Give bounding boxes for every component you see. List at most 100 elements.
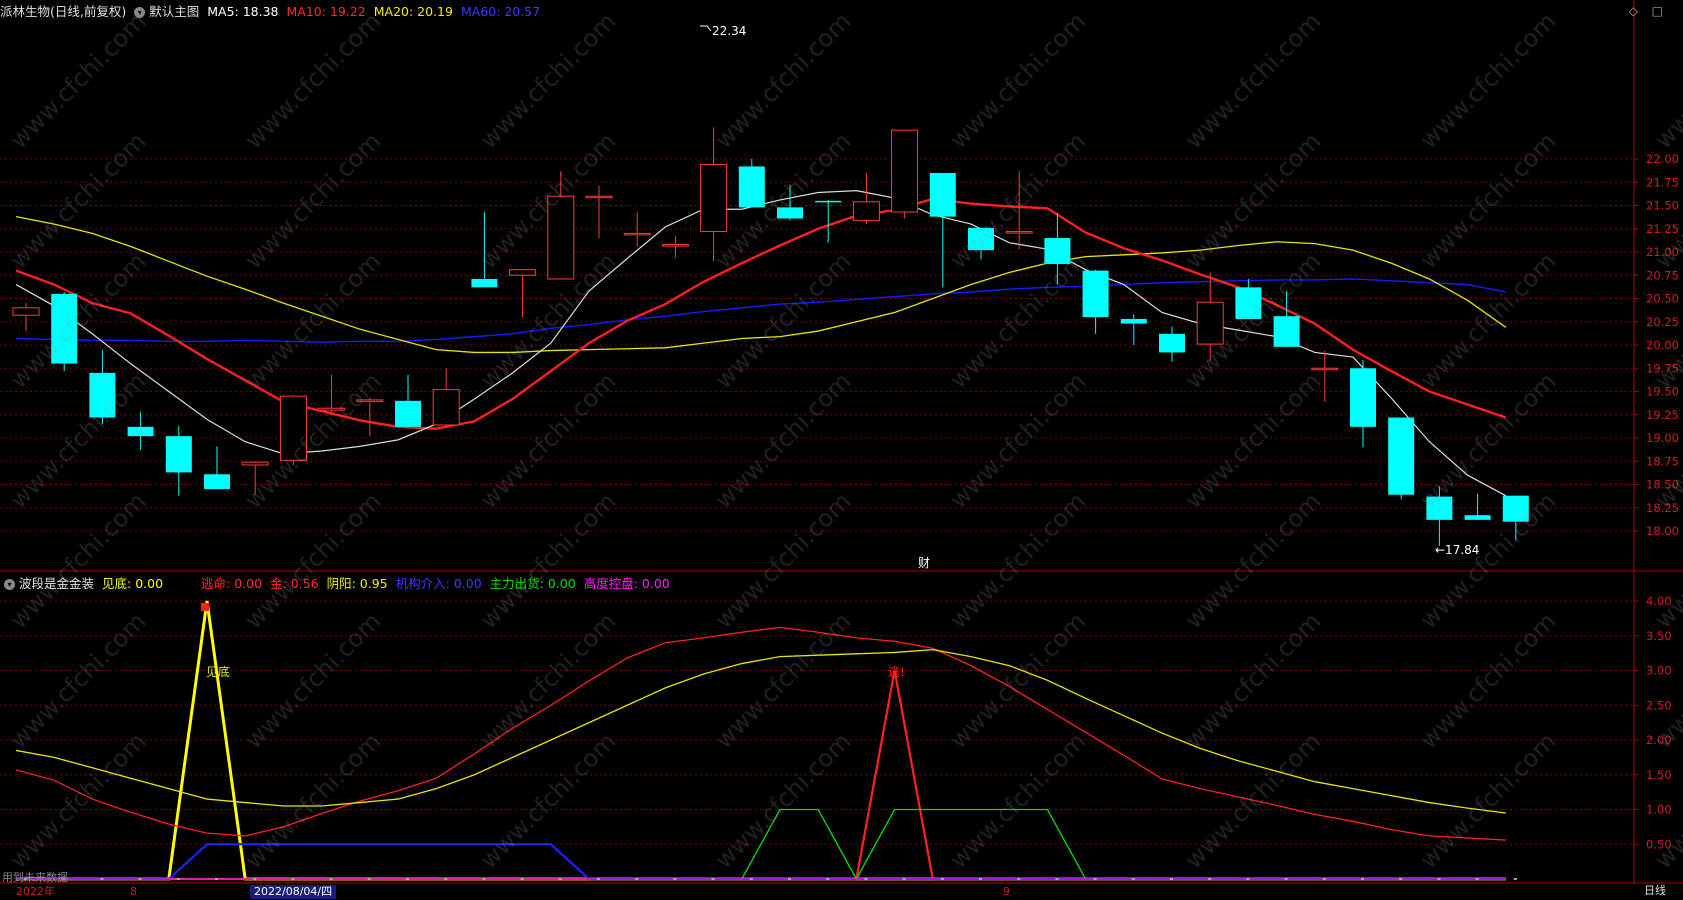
zero-line-dot	[1131, 878, 1135, 880]
zero-line-dot	[635, 878, 639, 880]
zero-line-dot	[100, 878, 104, 880]
chart-name[interactable]: 默认主图	[149, 2, 199, 22]
sub-tick-label: 0.50	[1646, 837, 1672, 851]
main-tick-label: 18.00	[1646, 524, 1679, 538]
candle-body-down	[1120, 318, 1147, 324]
dropdown-icon[interactable]: ▾	[134, 6, 146, 18]
main-tick-label: 21.50	[1646, 199, 1679, 213]
gaodu-value: 高度控盘: 0.00	[583, 576, 670, 591]
candle-body-up	[547, 195, 575, 280]
candle-body-down	[1502, 495, 1529, 522]
candle	[1120, 314, 1147, 345]
main-tick-label: 18.25	[1646, 501, 1679, 515]
candle	[891, 129, 919, 219]
main-tick-label: 20.50	[1646, 292, 1679, 306]
zero-line-dot	[1055, 878, 1059, 880]
zero-line-dot	[1322, 878, 1326, 880]
candle-body-up	[241, 461, 269, 466]
sub-tick-label: 4.00	[1646, 594, 1672, 608]
candle-body-down	[204, 474, 230, 490]
zero-line-dot	[940, 878, 944, 880]
candle	[89, 349, 116, 425]
chart-canvas[interactable]: 22.00 21.75 21.50 21.25 21.00 20.75 20.50 20.25…	[0, 0, 1683, 900]
candle-body-down	[51, 293, 78, 364]
candle	[1426, 486, 1453, 546]
candle-body-up	[852, 201, 880, 221]
candle	[356, 398, 384, 437]
candle	[51, 291, 78, 372]
zero-line-dot	[1437, 878, 1441, 880]
time-axis-bar: 2022年 8 2022/08/04/四 9 日线	[0, 884, 1683, 900]
candle-body-up	[318, 407, 346, 411]
candle	[852, 172, 880, 225]
main-tick-label: 19.00	[1646, 431, 1679, 445]
taoming-value: 逃命: 0.00	[201, 576, 263, 591]
jigou-value: 机构介入: 0.00	[395, 576, 482, 591]
candle-body-down	[1350, 368, 1376, 427]
candle	[738, 159, 765, 208]
main-tick-label: 21.00	[1646, 245, 1679, 259]
main-tick-label: 20.00	[1646, 338, 1679, 352]
jiandi-peak-marker	[201, 603, 209, 611]
candle	[12, 303, 40, 332]
stock-title[interactable]: 派林生物(日线,前复权)	[0, 2, 126, 22]
zero-line-dot	[215, 878, 218, 880]
zero-line-dot	[788, 878, 791, 880]
candle	[700, 127, 728, 262]
top-right-icons: ◇ □	[1619, 4, 1663, 18]
sub-tick-label: 3.50	[1646, 629, 1672, 643]
candle-body-down	[1464, 515, 1491, 520]
sub-tick-label: 3.00	[1646, 664, 1672, 678]
candle	[661, 236, 689, 258]
candle-body-down	[1273, 316, 1300, 347]
main-tick-label: 20.75	[1646, 268, 1679, 282]
series-阴阳	[15, 648, 1506, 814]
sub-tick-label: 1.00	[1646, 803, 1672, 817]
main-tick-label: 18.75	[1646, 454, 1679, 468]
square-icon[interactable]: □	[1652, 4, 1663, 18]
main-tick-label: 19.25	[1646, 408, 1679, 422]
zero-line-dot	[406, 878, 409, 880]
candle	[547, 171, 575, 280]
zero-line-dot	[1361, 878, 1364, 880]
ma10-label: MA10: 19.22	[286, 4, 366, 19]
jiandi-signal-label: 见底	[206, 664, 230, 679]
ma20-label: MA20: 20.19	[373, 4, 453, 19]
candle-body-down	[968, 227, 994, 251]
yinyang-value: 阴阳: 0.95	[326, 576, 388, 591]
candle	[968, 227, 994, 260]
candle-body-up	[661, 244, 689, 247]
zero-line-dot	[329, 878, 333, 880]
candle	[395, 374, 421, 428]
candle-body-down	[777, 207, 803, 219]
candle-body-down	[1159, 333, 1185, 353]
period-label[interactable]: 日线	[1644, 884, 1666, 898]
jin-value: 金: 0.56	[270, 576, 319, 591]
candle	[279, 395, 307, 465]
zero-line-dot	[902, 878, 906, 880]
candle-body-down	[165, 436, 192, 473]
candle-body-down	[929, 172, 956, 217]
sub-tick-label: 1.50	[1646, 768, 1672, 782]
indicator-dropdown-icon[interactable]: ▾	[4, 578, 15, 590]
diamond-icon[interactable]: ◇	[1629, 4, 1638, 18]
candle	[509, 269, 537, 318]
tao-signal-label: 逃!	[888, 665, 905, 679]
zero-line-dot	[138, 878, 142, 880]
candle-body-down	[738, 166, 765, 208]
zero-line-dot	[864, 878, 868, 880]
candle	[777, 185, 803, 221]
sub-tick-label: 2.50	[1646, 698, 1672, 712]
year-label: 2022年	[16, 885, 55, 898]
zero-line-dot	[1513, 878, 1517, 880]
indicator-name[interactable]: 波段是金金装	[19, 574, 94, 594]
zero-line-dot	[1399, 878, 1403, 880]
main-tick-label: 19.75	[1646, 361, 1679, 375]
candle-body-down	[1235, 287, 1262, 319]
ma5-label: MA5: 18.38	[207, 4, 279, 19]
candle-body-down	[1044, 238, 1071, 265]
month-8-label: 8	[130, 885, 137, 898]
candle-body-up	[585, 195, 613, 199]
candle-body-up	[700, 164, 728, 233]
zero-line-dot	[520, 878, 524, 880]
